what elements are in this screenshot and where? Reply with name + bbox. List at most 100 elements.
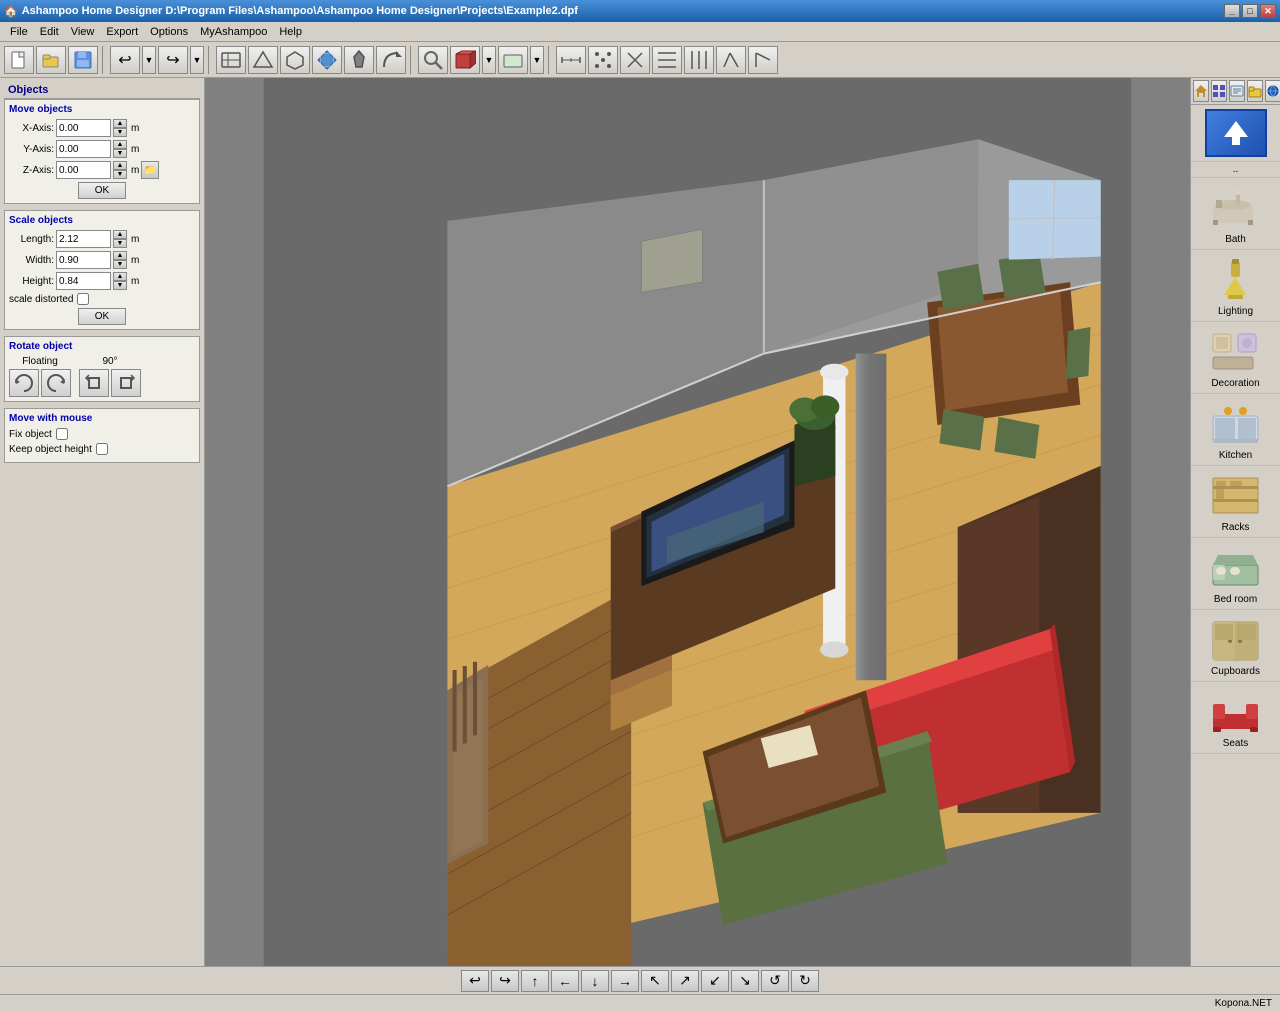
category-lighting[interactable]: Lighting <box>1191 250 1280 322</box>
toolbar-open[interactable] <box>36 46 66 74</box>
menu-myashampoo[interactable]: MyAshampoo <box>194 24 273 40</box>
nav-right[interactable]: → <box>611 970 639 992</box>
nav-down[interactable]: ↓ <box>581 970 609 992</box>
width-up[interactable]: ▲ <box>113 251 127 260</box>
maximize-button[interactable]: □ <box>1242 4 1258 18</box>
bath-label: Bath <box>1225 234 1246 245</box>
sep1 <box>102 46 106 74</box>
minimize-button[interactable]: _ <box>1224 4 1240 18</box>
nav-rotate-left[interactable]: ↺ <box>761 970 789 992</box>
category-decoration[interactable]: Decoration <box>1191 322 1280 394</box>
nav-forward[interactable]: ↪ <box>491 970 519 992</box>
toolbar-snap1[interactable] <box>588 46 618 74</box>
y-axis-input[interactable] <box>56 140 111 158</box>
z-axis-folder[interactable]: 📁 <box>141 161 159 179</box>
toolbar-snap4[interactable] <box>684 46 714 74</box>
right-grid-btn[interactable] <box>1211 80 1227 102</box>
toolbar-draw2[interactable] <box>248 46 278 74</box>
toolbar-save[interactable] <box>68 46 98 74</box>
toolbar-draw5[interactable] <box>344 46 374 74</box>
y-axis-up[interactable]: ▲ <box>113 140 127 149</box>
parent-dir-item[interactable]: .. <box>1191 162 1280 178</box>
fix-object-checkbox[interactable] <box>56 428 68 440</box>
toolbar-flat-arrow[interactable]: ▼ <box>530 46 544 74</box>
category-seats[interactable]: Seats <box>1191 682 1280 754</box>
toolbar-flat[interactable] <box>498 46 528 74</box>
objects-header: Objects <box>4 82 200 99</box>
height-input[interactable] <box>56 272 111 290</box>
menu-export[interactable]: Export <box>100 24 144 40</box>
height-down[interactable]: ▼ <box>113 281 127 290</box>
width-input[interactable] <box>56 251 111 269</box>
length-up[interactable]: ▲ <box>113 230 127 239</box>
canvas-area[interactable] <box>205 78 1190 966</box>
width-down[interactable]: ▼ <box>113 260 127 269</box>
move-ok-button[interactable]: OK <box>78 182 126 199</box>
length-down[interactable]: ▼ <box>113 239 127 248</box>
toolbar-draw3[interactable] <box>280 46 310 74</box>
rotate-90-cw-btn[interactable] <box>111 369 141 397</box>
height-up[interactable]: ▲ <box>113 272 127 281</box>
length-input[interactable] <box>56 230 111 248</box>
up-arrow-item[interactable] <box>1191 105 1280 162</box>
x-axis-up[interactable]: ▲ <box>113 119 127 128</box>
fix-object-row: Fix object <box>9 428 195 440</box>
toolbar-draw4[interactable] <box>312 46 342 74</box>
nav-left[interactable]: ← <box>551 970 579 992</box>
nav-downright[interactable]: ↘ <box>731 970 759 992</box>
right-text-btn[interactable] <box>1229 80 1245 102</box>
right-folder-btn[interactable] <box>1247 80 1263 102</box>
nav-downleft[interactable]: ↙ <box>701 970 729 992</box>
toolbar-snap2[interactable] <box>620 46 650 74</box>
toolbar-undo[interactable]: ↩ <box>110 46 140 74</box>
close-button[interactable]: ✕ <box>1260 4 1276 18</box>
scale-ok-button[interactable]: OK <box>78 308 126 325</box>
up-arrow-btn[interactable] <box>1205 109 1267 157</box>
nav-upright[interactable]: ↗ <box>671 970 699 992</box>
toolbar-redo[interactable]: ↪ <box>158 46 188 74</box>
z-axis-up[interactable]: ▲ <box>113 161 127 170</box>
nav-up[interactable]: ↑ <box>521 970 549 992</box>
toolbar-measure[interactable] <box>556 46 586 74</box>
toolbar-search[interactable] <box>418 46 448 74</box>
toolbar-draw1[interactable] <box>216 46 246 74</box>
toolbar-undo-arrow[interactable]: ▼ <box>142 46 156 74</box>
category-cupboards[interactable]: Cupboards <box>1191 610 1280 682</box>
rotate-columns: Floating 90° <box>9 356 195 397</box>
toolbar-new[interactable] <box>4 46 34 74</box>
y-axis-down[interactable]: ▼ <box>113 149 127 158</box>
toolbar-snap5[interactable] <box>716 46 746 74</box>
rotate-90-btns <box>79 369 141 397</box>
x-axis-input[interactable] <box>56 119 111 137</box>
menu-file[interactable]: File <box>4 24 34 40</box>
z-axis-spin: ▲ ▼ <box>113 161 127 179</box>
right-home-btn[interactable] <box>1193 80 1209 102</box>
menu-options[interactable]: Options <box>144 24 194 40</box>
right-globe-btn[interactable] <box>1265 80 1280 102</box>
category-kitchen[interactable]: Kitchen <box>1191 394 1280 466</box>
scale-distorted-checkbox[interactable] <box>77 293 89 305</box>
toolbar-snap6[interactable] <box>748 46 778 74</box>
rotate-ccw-btn[interactable] <box>9 369 39 397</box>
category-bedroom[interactable]: Bed room <box>1191 538 1280 610</box>
menu-help[interactable]: Help <box>273 24 308 40</box>
toolbar-snap3[interactable] <box>652 46 682 74</box>
nav-rotate-right[interactable]: ↻ <box>791 970 819 992</box>
menu-edit[interactable]: Edit <box>34 24 65 40</box>
z-axis-input[interactable] <box>56 161 111 179</box>
toolbar-redo-arrow[interactable]: ▼ <box>190 46 204 74</box>
rotate-cw-btn[interactable] <box>41 369 71 397</box>
toolbar-3d[interactable] <box>450 46 480 74</box>
z-axis-down[interactable]: ▼ <box>113 170 127 179</box>
category-racks[interactable]: Racks <box>1191 466 1280 538</box>
nav-upleft[interactable]: ↖ <box>641 970 669 992</box>
keep-height-checkbox[interactable] <box>96 443 108 455</box>
category-bath[interactable]: Bath <box>1191 178 1280 250</box>
top-right-icons-row <box>1191 78 1280 105</box>
rotate-90-ccw-btn[interactable] <box>79 369 109 397</box>
nav-back[interactable]: ↩ <box>461 970 489 992</box>
menu-view[interactable]: View <box>65 24 101 40</box>
toolbar-draw6[interactable] <box>376 46 406 74</box>
toolbar-3d-arrow[interactable]: ▼ <box>482 46 496 74</box>
x-axis-down[interactable]: ▼ <box>113 128 127 137</box>
